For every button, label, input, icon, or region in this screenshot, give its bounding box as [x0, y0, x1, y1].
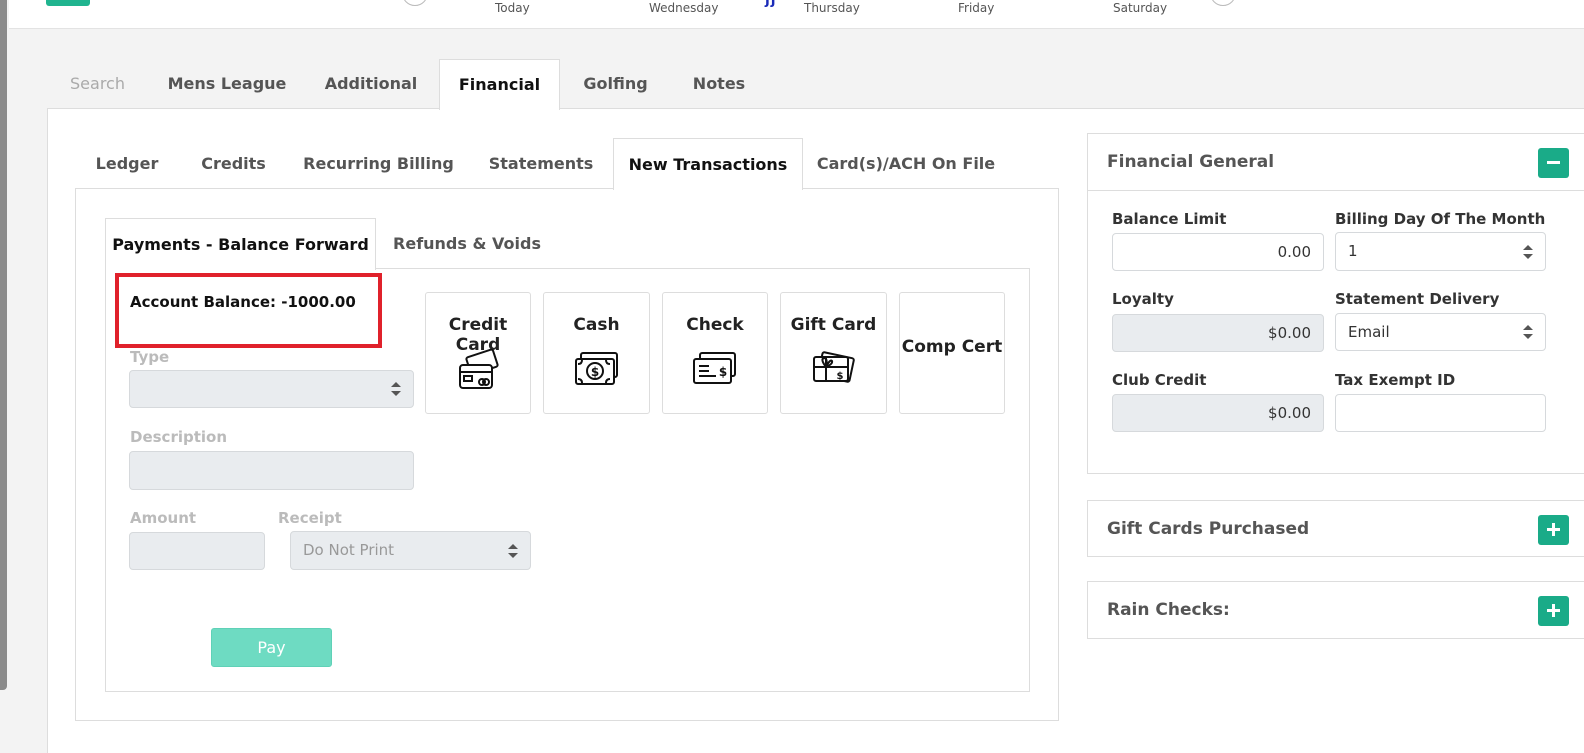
- weather-circle-icon: [402, 0, 428, 6]
- description-input[interactable]: [129, 451, 414, 490]
- tab-golfing[interactable]: Golfing: [560, 59, 671, 109]
- club-credit-input: $0.00: [1112, 394, 1324, 432]
- rain-checks-header[interactable]: Rain Checks:: [1088, 582, 1584, 639]
- menu-button[interactable]: [46, 0, 90, 6]
- tax-exempt-label: Tax Exempt ID: [1335, 371, 1456, 389]
- collapse-financial-general-button[interactable]: [1538, 148, 1569, 178]
- financial-general-title: Financial General: [1107, 152, 1275, 172]
- statement-delivery-value: Email: [1348, 323, 1390, 341]
- svg-text:$: $: [836, 371, 843, 382]
- receipt-label: Receipt: [278, 509, 342, 527]
- method-cash[interactable]: Cash $: [543, 292, 650, 414]
- tab-search[interactable]: Search: [47, 59, 148, 109]
- statement-delivery-label: Statement Delivery: [1335, 290, 1500, 308]
- rain-checks-card: Rain Checks:: [1087, 581, 1584, 639]
- day-label-wednesday[interactable]: Wednesday: [649, 1, 718, 15]
- tax-exempt-input[interactable]: [1335, 394, 1546, 432]
- billing-day-value: 1: [1348, 242, 1358, 260]
- gift-card-icon: $: [812, 351, 855, 383]
- day-label-today[interactable]: Today: [495, 1, 530, 15]
- account-balance: Account Balance: -1000.00: [130, 293, 356, 311]
- plus-icon-vertical: [1552, 604, 1555, 617]
- expand-gift-cards-button[interactable]: [1538, 515, 1569, 545]
- balance-limit-input[interactable]: 0.00: [1112, 233, 1324, 271]
- method-label: Gift Card: [790, 315, 877, 335]
- amount-input[interactable]: [129, 532, 265, 570]
- tab-refunds-voids[interactable]: Refunds & Voids: [376, 218, 558, 269]
- subtab-recurring-billing[interactable]: Recurring Billing: [288, 138, 469, 189]
- method-credit-card[interactable]: Credit Card: [425, 292, 531, 414]
- subtab-statements[interactable]: Statements: [469, 138, 613, 189]
- loyalty-value: $0.00: [1268, 324, 1311, 342]
- subtab-new-transactions[interactable]: New Transactions: [613, 138, 803, 190]
- member-tabs: Search Mens League Additional Financial …: [47, 59, 1584, 110]
- subtab-cards-ach[interactable]: Card(s)/ACH On File: [803, 138, 1009, 189]
- loyalty-label: Loyalty: [1112, 290, 1174, 308]
- statement-delivery-select[interactable]: Email: [1335, 313, 1546, 351]
- expand-rain-checks-button[interactable]: [1538, 596, 1569, 626]
- tab-additional[interactable]: Additional: [306, 59, 436, 109]
- left-scrollbar[interactable]: [0, 0, 9, 753]
- calendar-strip: Today Wednesday ʃʃ Thursday Friday Satur…: [9, 0, 1584, 29]
- rain-icon: ʃʃ: [765, 0, 777, 8]
- amount-label: Amount: [130, 509, 197, 527]
- method-label: Cash: [573, 315, 620, 335]
- gift-cards-title: Gift Cards Purchased: [1107, 519, 1310, 539]
- weather-circle-icon: [1210, 0, 1236, 6]
- cash-icon: $: [574, 352, 618, 385]
- day-label-thursday[interactable]: Thursday: [804, 1, 860, 15]
- subtab-ledger[interactable]: Ledger: [75, 138, 179, 189]
- tab-payments-balance-forward[interactable]: Payments - Balance Forward: [105, 218, 376, 270]
- billing-day-select[interactable]: 1: [1335, 232, 1546, 271]
- balance-limit-value: 0.00: [1277, 243, 1311, 261]
- financial-general-header[interactable]: Financial General: [1088, 134, 1584, 191]
- loyalty-input: $0.00: [1112, 314, 1324, 352]
- method-label: Comp Cert: [901, 337, 1003, 357]
- select-arrows-icon: [508, 543, 518, 558]
- minus-icon: [1547, 161, 1560, 164]
- select-arrows-icon: [1523, 325, 1533, 339]
- tab-mens-league[interactable]: Mens League: [148, 59, 306, 109]
- receipt-select-value: Do Not Print: [303, 541, 395, 559]
- plus-icon-vertical: [1552, 523, 1555, 536]
- check-icon: $: [693, 352, 736, 384]
- method-comp-cert[interactable]: Comp Cert: [899, 292, 1005, 414]
- select-arrows-icon: [391, 382, 401, 396]
- club-credit-value: $0.00: [1268, 404, 1311, 422]
- balance-limit-label: Balance Limit: [1112, 210, 1227, 228]
- day-label-friday[interactable]: Friday: [958, 1, 994, 15]
- scrollbar-thumb[interactable]: [0, 0, 7, 690]
- rain-checks-title: Rain Checks:: [1107, 600, 1230, 620]
- tab-notes[interactable]: Notes: [671, 59, 767, 109]
- svg-text:$: $: [719, 365, 727, 379]
- method-check[interactable]: Check $: [662, 292, 768, 414]
- billing-day-label: Billing Day Of The Month: [1335, 210, 1546, 228]
- method-gift-card[interactable]: Gift Card $: [780, 292, 887, 414]
- type-select[interactable]: [129, 370, 414, 408]
- method-label: Check: [686, 315, 744, 335]
- credit-card-icon: [459, 349, 499, 389]
- pay-button[interactable]: Pay: [211, 628, 332, 667]
- type-label: Type: [130, 348, 170, 366]
- select-arrows-icon: [1523, 244, 1533, 259]
- tab-financial[interactable]: Financial: [439, 59, 560, 110]
- svg-text:$: $: [590, 365, 598, 379]
- subtab-credits[interactable]: Credits: [179, 138, 288, 189]
- description-label: Description: [130, 428, 228, 446]
- gift-cards-header[interactable]: Gift Cards Purchased: [1088, 501, 1584, 558]
- gift-cards-card: Gift Cards Purchased: [1087, 500, 1584, 557]
- club-credit-label: Club Credit: [1112, 371, 1207, 389]
- receipt-select[interactable]: Do Not Print: [290, 531, 531, 570]
- day-label-saturday[interactable]: Saturday: [1113, 1, 1167, 15]
